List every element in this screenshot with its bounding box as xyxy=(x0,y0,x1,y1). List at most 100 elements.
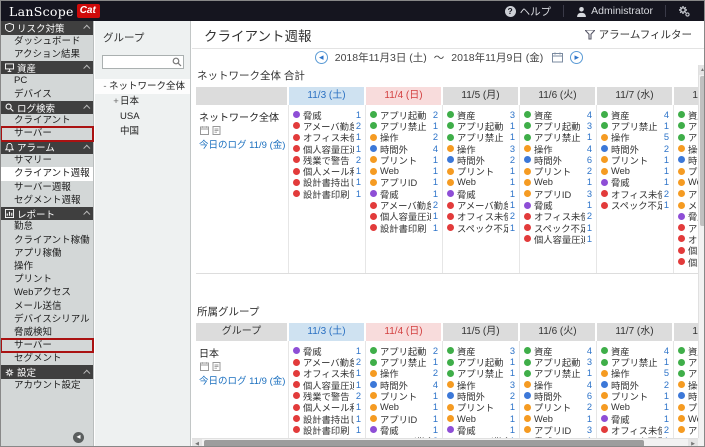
alarm-count-link[interactable]: 1 xyxy=(664,414,669,424)
alarm-count-link[interactable]: 2 xyxy=(510,155,515,165)
alarm-count-link[interactable]: 2 xyxy=(433,368,438,378)
sidebar-item[interactable]: デバイスシリアル xyxy=(1,313,93,326)
alarm-count-link[interactable]: 2 xyxy=(510,211,515,221)
group-tree-item[interactable]: - ネットワーク全体 xyxy=(95,79,190,94)
alarm-count-link[interactable]: 2 xyxy=(510,391,515,401)
group-tree-item[interactable]: 中国 xyxy=(95,124,190,139)
alarm-count-link[interactable]: 2 xyxy=(664,189,669,199)
alarm-count-link[interactable]: 3 xyxy=(587,121,592,131)
alarm-count-link[interactable]: 3 xyxy=(510,144,515,154)
alarm-count-link[interactable]: 1 xyxy=(356,380,361,390)
alarm-count-link[interactable]: 3 xyxy=(587,189,592,199)
alarm-count-link[interactable]: 1 xyxy=(510,121,515,131)
alarm-count-link[interactable]: 1 xyxy=(356,346,361,356)
alarm-count-link[interactable]: 1 xyxy=(664,402,669,412)
alarm-count-link[interactable]: 1 xyxy=(664,121,669,131)
export-icon[interactable] xyxy=(212,126,221,135)
alarm-count-link[interactable]: 1 xyxy=(433,155,438,165)
group-tree-item[interactable]: +日本 xyxy=(95,94,190,109)
alarm-count-link[interactable]: 3 xyxy=(587,425,592,435)
sidebar-section-header-2[interactable]: ログ検索 xyxy=(1,100,93,115)
alarm-count-link[interactable]: 1 xyxy=(587,200,592,210)
alarm-count-link[interactable]: 1 xyxy=(356,110,361,120)
alarm-count-link[interactable]: 4 xyxy=(433,380,438,390)
sidebar-item[interactable]: PC xyxy=(1,74,93,87)
alarm-count-link[interactable]: 1 xyxy=(664,391,669,401)
alarm-count-link[interactable]: 1 xyxy=(664,155,669,165)
prev-week-button[interactable]: ◂ xyxy=(314,50,328,64)
alarm-count-link[interactable]: 4 xyxy=(587,110,592,120)
alarm-count-link[interactable]: 1 xyxy=(433,223,438,233)
alarm-count-link[interactable]: 6 xyxy=(587,155,592,165)
alarm-count-link[interactable]: 2 xyxy=(664,380,669,390)
alarm-count-link[interactable]: 1 xyxy=(356,144,361,154)
alarm-count-link[interactable]: 1 xyxy=(664,200,669,210)
user-menu[interactable]: Administrator xyxy=(564,1,665,21)
alarm-count-link[interactable]: 1 xyxy=(433,402,438,412)
alarm-count-link[interactable]: 1 xyxy=(510,177,515,187)
alarm-count-link[interactable]: 1 xyxy=(587,223,592,233)
vertical-scroll-thumb[interactable] xyxy=(700,76,704,226)
alarm-count-link[interactable]: 1 xyxy=(510,132,515,142)
alarm-count-link[interactable]: 1 xyxy=(587,234,592,244)
alarm-count-link[interactable]: 2 xyxy=(664,144,669,154)
alarm-count-link[interactable]: 2 xyxy=(356,121,361,131)
alarm-count-link[interactable]: 1 xyxy=(587,177,592,187)
alarm-count-link[interactable]: 1 xyxy=(433,425,438,435)
alarm-count-link[interactable]: 1 xyxy=(356,402,361,412)
help-button[interactable]: ? ヘルプ xyxy=(493,1,564,21)
sidebar-item[interactable]: クライアント xyxy=(1,114,93,127)
alarm-count-link[interactable]: 1 xyxy=(510,368,515,378)
sidebar-section-header-1[interactable]: 資産 xyxy=(1,60,93,75)
alarm-count-link[interactable]: 2 xyxy=(664,425,669,435)
alarm-count-link[interactable]: 2 xyxy=(356,391,361,401)
alarm-count-link[interactable]: 3 xyxy=(510,110,515,120)
alarm-count-link[interactable]: 1 xyxy=(587,368,592,378)
calendar-small-icon[interactable] xyxy=(200,126,209,135)
group-tree-item[interactable]: USA xyxy=(95,109,190,124)
calendar-small-icon[interactable] xyxy=(200,362,209,372)
alarm-count-link[interactable]: 1 xyxy=(510,189,515,199)
sidebar-section-header-4[interactable]: レポート xyxy=(1,206,93,221)
sidebar-collapse-button[interactable]: ◂ xyxy=(73,432,84,443)
sidebar-item[interactable]: サーバー xyxy=(1,126,94,142)
alarm-count-link[interactable]: 1 xyxy=(356,177,361,187)
scroll-up-arrow[interactable]: ▲ xyxy=(699,65,704,75)
alarm-count-link[interactable]: 4 xyxy=(433,144,438,154)
alarm-count-link[interactable]: 2 xyxy=(433,200,438,210)
alarm-count-link[interactable]: 1 xyxy=(356,189,361,199)
sidebar-item[interactable]: 脅威検知 xyxy=(1,326,93,339)
alarm-count-link[interactable]: 1 xyxy=(664,357,669,367)
sidebar-item[interactable]: クライアント週報 xyxy=(1,167,93,181)
next-week-button[interactable]: ▸ xyxy=(570,50,584,64)
alarm-count-link[interactable]: 1 xyxy=(433,357,438,367)
sidebar-item[interactable]: アクション結果 xyxy=(1,48,93,61)
sidebar-item[interactable]: アカウント設定 xyxy=(1,379,93,392)
sidebar-item[interactable]: メール送信 xyxy=(1,300,93,313)
alarm-count-link[interactable]: 1 xyxy=(664,166,669,176)
alarm-count-link[interactable]: 4 xyxy=(587,144,592,154)
alarm-count-link[interactable]: 2 xyxy=(356,357,361,367)
alarm-count-link[interactable]: 1 xyxy=(664,177,669,187)
sidebar-item[interactable]: クライアント稼働 xyxy=(1,234,93,247)
alarm-count-link[interactable]: 1 xyxy=(433,177,438,187)
alarm-count-link[interactable]: 3 xyxy=(587,357,592,367)
alarm-count-link[interactable]: 5 xyxy=(664,132,669,142)
alarm-count-link[interactable]: 1 xyxy=(433,166,438,176)
sidebar-item[interactable]: デバイス xyxy=(1,88,93,101)
alarm-count-link[interactable]: 1 xyxy=(433,211,438,221)
alarm-count-link[interactable]: 1 xyxy=(356,425,361,435)
sidebar-item[interactable]: プリント xyxy=(1,273,93,286)
vertical-scrollbar[interactable]: ▲ xyxy=(698,65,704,438)
alarm-count-link[interactable]: 2 xyxy=(356,155,361,165)
alarm-count-link[interactable]: 1 xyxy=(433,189,438,199)
alarm-count-link[interactable]: 1 xyxy=(510,166,515,176)
alarm-count-link[interactable]: 2 xyxy=(587,166,592,176)
sidebar-section-header-3[interactable]: アラーム xyxy=(1,140,93,154)
alarm-count-link[interactable]: 5 xyxy=(664,368,669,378)
alarm-count-link[interactable]: 2 xyxy=(433,132,438,142)
export-icon[interactable] xyxy=(212,362,221,372)
scroll-left-arrow[interactable]: ◀ xyxy=(192,438,202,446)
alarm-count-link[interactable]: 1 xyxy=(510,357,515,367)
sidebar-item[interactable]: サーバー週報 xyxy=(1,181,93,194)
